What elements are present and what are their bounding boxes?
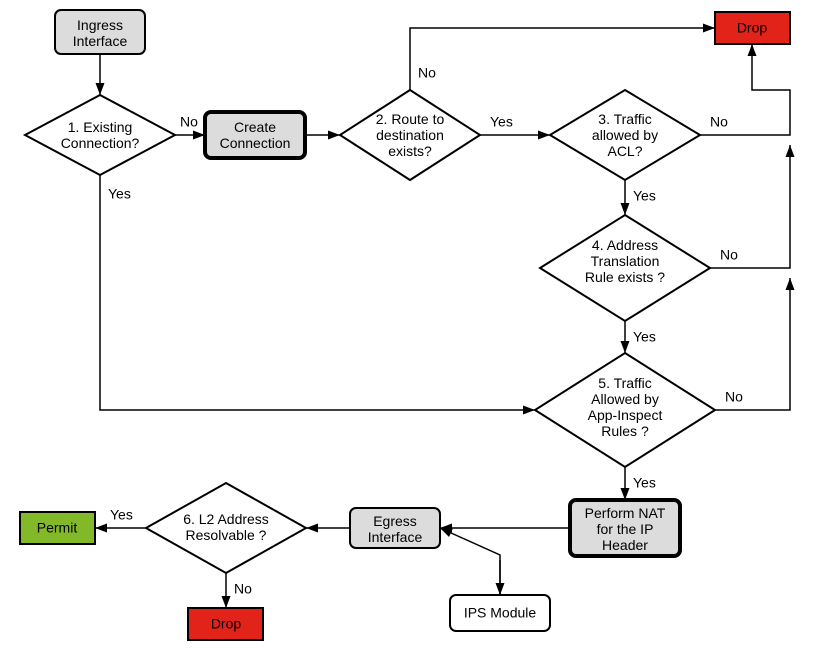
node-appinsp: 5. TrafficAllowed byApp-InspectRules ? <box>535 353 715 467</box>
ips-label: IPS Module <box>464 605 537 621</box>
route-line2: destination <box>376 127 444 143</box>
natrule-line3: Rule exists ? <box>585 269 665 285</box>
lbl-acl-yes: Yes <box>633 188 656 204</box>
egress-line2: Interface <box>368 529 423 545</box>
lbl-appinsp-no: No <box>725 389 743 405</box>
drop2-label: Drop <box>211 616 242 632</box>
ingress-line2: Interface <box>73 33 128 49</box>
node-permit: Permit <box>20 512 95 544</box>
node-drop-bottom: Drop <box>188 608 263 640</box>
edge-ips-egress <box>440 528 500 595</box>
l2-line2: Resolvable ? <box>186 527 267 543</box>
existing-line1: 1. Existing <box>68 119 133 135</box>
acl-line1: 3. Traffic <box>598 111 651 127</box>
appinsp-line2: Allowed by <box>591 391 659 407</box>
svg-text:EgressInterface: EgressInterface <box>368 513 423 545</box>
l2-line1: 6. L2 Address <box>183 511 269 527</box>
node-existing: 1. ExistingConnection? <box>25 95 175 175</box>
svg-text:1. ExistingConnection?: 1. ExistingConnection? <box>61 119 140 151</box>
node-drop-top: Drop <box>715 12 790 44</box>
node-egress: EgressInterface <box>350 508 440 548</box>
svg-text:IngressInterface: IngressInterface <box>73 17 128 49</box>
node-nat: Perform NATfor the IPHeader <box>570 500 680 556</box>
egress-line1: Egress <box>373 513 417 529</box>
ingress-line1: Ingress <box>77 17 123 33</box>
lbl-natrule-yes: Yes <box>633 329 656 345</box>
nat-line2: for the IP <box>597 521 654 537</box>
node-ingress: IngressInterface <box>55 10 145 54</box>
nat-line1: Perform NAT <box>585 505 666 521</box>
route-line3: exists? <box>388 143 432 159</box>
permit-label: Permit <box>37 520 78 536</box>
appinsp-line4: Rules ? <box>601 423 649 439</box>
lbl-route-yes: Yes <box>490 114 513 130</box>
lbl-existing-yes: Yes <box>108 186 131 202</box>
lbl-acl-no: No <box>710 114 728 130</box>
node-ips: IPS Module <box>450 595 550 631</box>
lbl-natrule-no: No <box>720 247 738 263</box>
node-create: CreateConnection <box>205 112 305 158</box>
drop1-label: Drop <box>737 20 768 36</box>
natrule-line2: Translation <box>591 253 660 269</box>
edge-route-drop <box>410 28 715 90</box>
lbl-existing-no: No <box>180 114 198 130</box>
nat-line3: Header <box>602 537 648 553</box>
natrule-line1: 4. Address <box>592 237 658 253</box>
svg-text:4. AddressTranslationRule exis: 4. AddressTranslationRule exists ? <box>585 237 665 285</box>
acl-line3: ACL? <box>607 143 642 159</box>
existing-line2: Connection? <box>61 135 140 151</box>
create-line1: Create <box>234 119 276 135</box>
lbl-route-no: No <box>418 65 436 81</box>
node-natrule: 4. AddressTranslationRule exists ? <box>540 215 710 321</box>
appinsp-line1: 5. Traffic <box>598 375 651 391</box>
acl-line2: allowed by <box>592 127 658 143</box>
lbl-l2-yes: Yes <box>110 507 133 523</box>
route-line1: 2. Route to <box>376 111 445 127</box>
node-l2: 6. L2 AddressResolvable ? <box>146 483 306 573</box>
lbl-appinsp-yes: Yes <box>633 475 656 491</box>
lbl-l2-no: No <box>234 581 252 597</box>
appinsp-line3: App-Inspect <box>588 407 663 423</box>
edge-existing-appinsp <box>100 175 535 410</box>
svg-text:6. L2 AddressResolvable ?: 6. L2 AddressResolvable ? <box>183 511 269 543</box>
node-acl: 3. Trafficallowed byACL? <box>550 90 700 180</box>
node-route: 2. Route todestinationexists? <box>340 90 480 180</box>
create-line2: Connection <box>220 135 291 151</box>
